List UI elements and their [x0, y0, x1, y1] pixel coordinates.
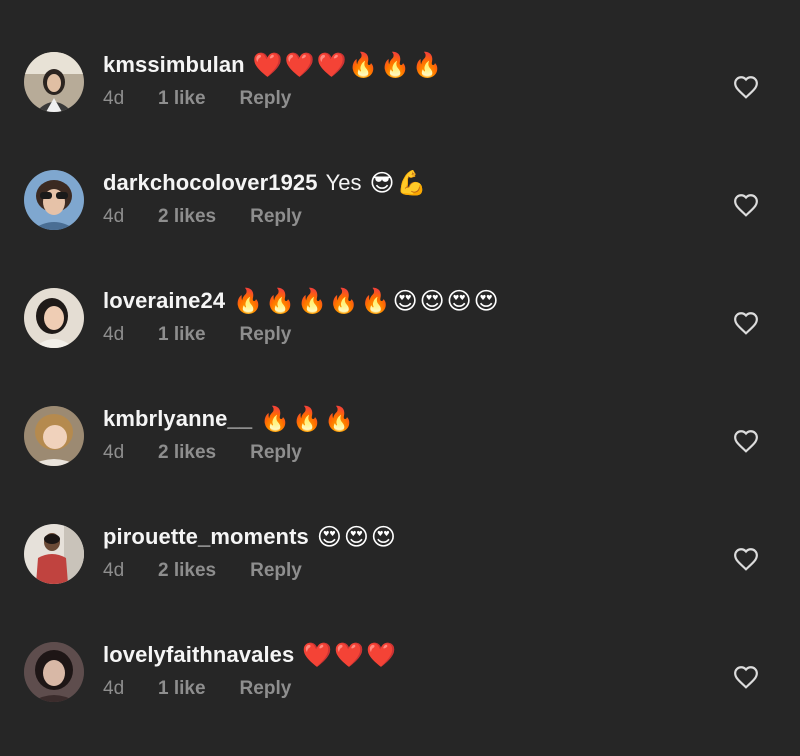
comment-likes[interactable]: 1 like	[158, 678, 206, 700]
heart-outline-icon[interactable]	[733, 193, 759, 217]
comment-meta: 4d 1 like Reply	[103, 88, 291, 110]
reply-button[interactable]: Reply	[250, 206, 302, 228]
comment-emoji: 😍😍😍	[316, 523, 398, 551]
heart-outline-icon[interactable]	[733, 75, 759, 99]
comment-item: darkchocolover1925 Yes 😎💪 4d 2 likes Rep…	[0, 166, 800, 284]
avatar[interactable]	[24, 170, 84, 230]
heart-outline-icon[interactable]	[733, 429, 759, 453]
comment-likes[interactable]: 2 likes	[158, 442, 216, 464]
comment-text-line: kmbrlyanne__ 🔥🔥🔥	[103, 402, 356, 436]
comment-text-line: loveraine24 🔥🔥🔥🔥🔥😍😍😍😍	[103, 284, 501, 318]
avatar[interactable]	[24, 642, 84, 702]
reply-button[interactable]: Reply	[250, 560, 302, 582]
comment-likes[interactable]: 2 likes	[158, 560, 216, 582]
comment-emoji: ❤️❤️❤️	[302, 641, 398, 669]
reply-button[interactable]: Reply	[250, 442, 302, 464]
comment-body: Yes	[325, 170, 362, 195]
comment-meta: 4d 2 likes Reply	[103, 560, 302, 582]
comment-text-line: lovelyfaithnavales ❤️❤️❤️	[103, 638, 398, 672]
heart-outline-icon[interactable]	[733, 665, 759, 689]
comment-likes[interactable]: 1 like	[158, 324, 206, 346]
comment-meta: 4d 1 like Reply	[103, 324, 291, 346]
reply-button[interactable]: Reply	[240, 88, 292, 110]
comment-username[interactable]: lovelyfaithnavales	[103, 642, 294, 668]
comment-meta: 4d 1 like Reply	[103, 678, 291, 700]
comment-time: 4d	[103, 678, 125, 699]
comment-username[interactable]: kmssimbulan	[103, 52, 245, 78]
comment-time: 4d	[103, 560, 125, 581]
comment-emoji: 😎💪	[369, 169, 429, 197]
reply-button[interactable]: Reply	[240, 324, 292, 346]
comment-likes[interactable]: 1 like	[158, 88, 206, 110]
avatar[interactable]	[24, 52, 84, 112]
comment-likes[interactable]: 2 likes	[158, 206, 216, 228]
avatar[interactable]	[24, 406, 84, 466]
comment-emoji: 🔥🔥🔥	[260, 405, 356, 433]
comment-item: lovelyfaithnavales ❤️❤️❤️ 4d 1 like Repl…	[0, 638, 800, 756]
comment-item: kmbrlyanne__ 🔥🔥🔥 4d 2 likes Reply	[0, 402, 800, 520]
comment-emoji: 🔥🔥🔥🔥🔥😍😍😍😍	[233, 287, 501, 315]
comment-meta: 4d 2 likes Reply	[103, 442, 302, 464]
comment-text-line: pirouette_moments 😍😍😍	[103, 520, 398, 554]
comment-username[interactable]: pirouette_moments	[103, 524, 309, 550]
comment-text-line: darkchocolover1925 Yes 😎💪	[103, 166, 428, 200]
comment-item: kmssimbulan ❤️❤️❤️🔥🔥🔥 4d 1 like Reply	[0, 48, 800, 166]
comment-item: pirouette_moments 😍😍😍 4d 2 likes Reply	[0, 520, 800, 638]
comment-item: loveraine24 🔥🔥🔥🔥🔥😍😍😍😍 4d 1 like Reply	[0, 284, 800, 402]
comment-time: 4d	[103, 206, 125, 227]
comment-time: 4d	[103, 442, 125, 463]
heart-outline-icon[interactable]	[733, 311, 759, 335]
avatar[interactable]	[24, 288, 84, 348]
comment-username[interactable]: loveraine24	[103, 288, 225, 314]
comment-meta: 4d 2 likes Reply	[103, 206, 302, 228]
comment-username[interactable]: kmbrlyanne__	[103, 406, 252, 432]
comment-text-line: kmssimbulan ❤️❤️❤️🔥🔥🔥	[103, 48, 444, 82]
avatar[interactable]	[24, 524, 84, 584]
reply-button[interactable]: Reply	[240, 678, 292, 700]
heart-outline-icon[interactable]	[733, 547, 759, 571]
comment-emoji: ❤️❤️❤️🔥🔥🔥	[252, 51, 445, 79]
comment-time: 4d	[103, 324, 125, 345]
comment-list: kmssimbulan ❤️❤️❤️🔥🔥🔥 4d 1 like Reply da…	[0, 0, 800, 726]
comment-time: 4d	[103, 88, 125, 109]
comment-username[interactable]: darkchocolover1925	[103, 170, 318, 196]
